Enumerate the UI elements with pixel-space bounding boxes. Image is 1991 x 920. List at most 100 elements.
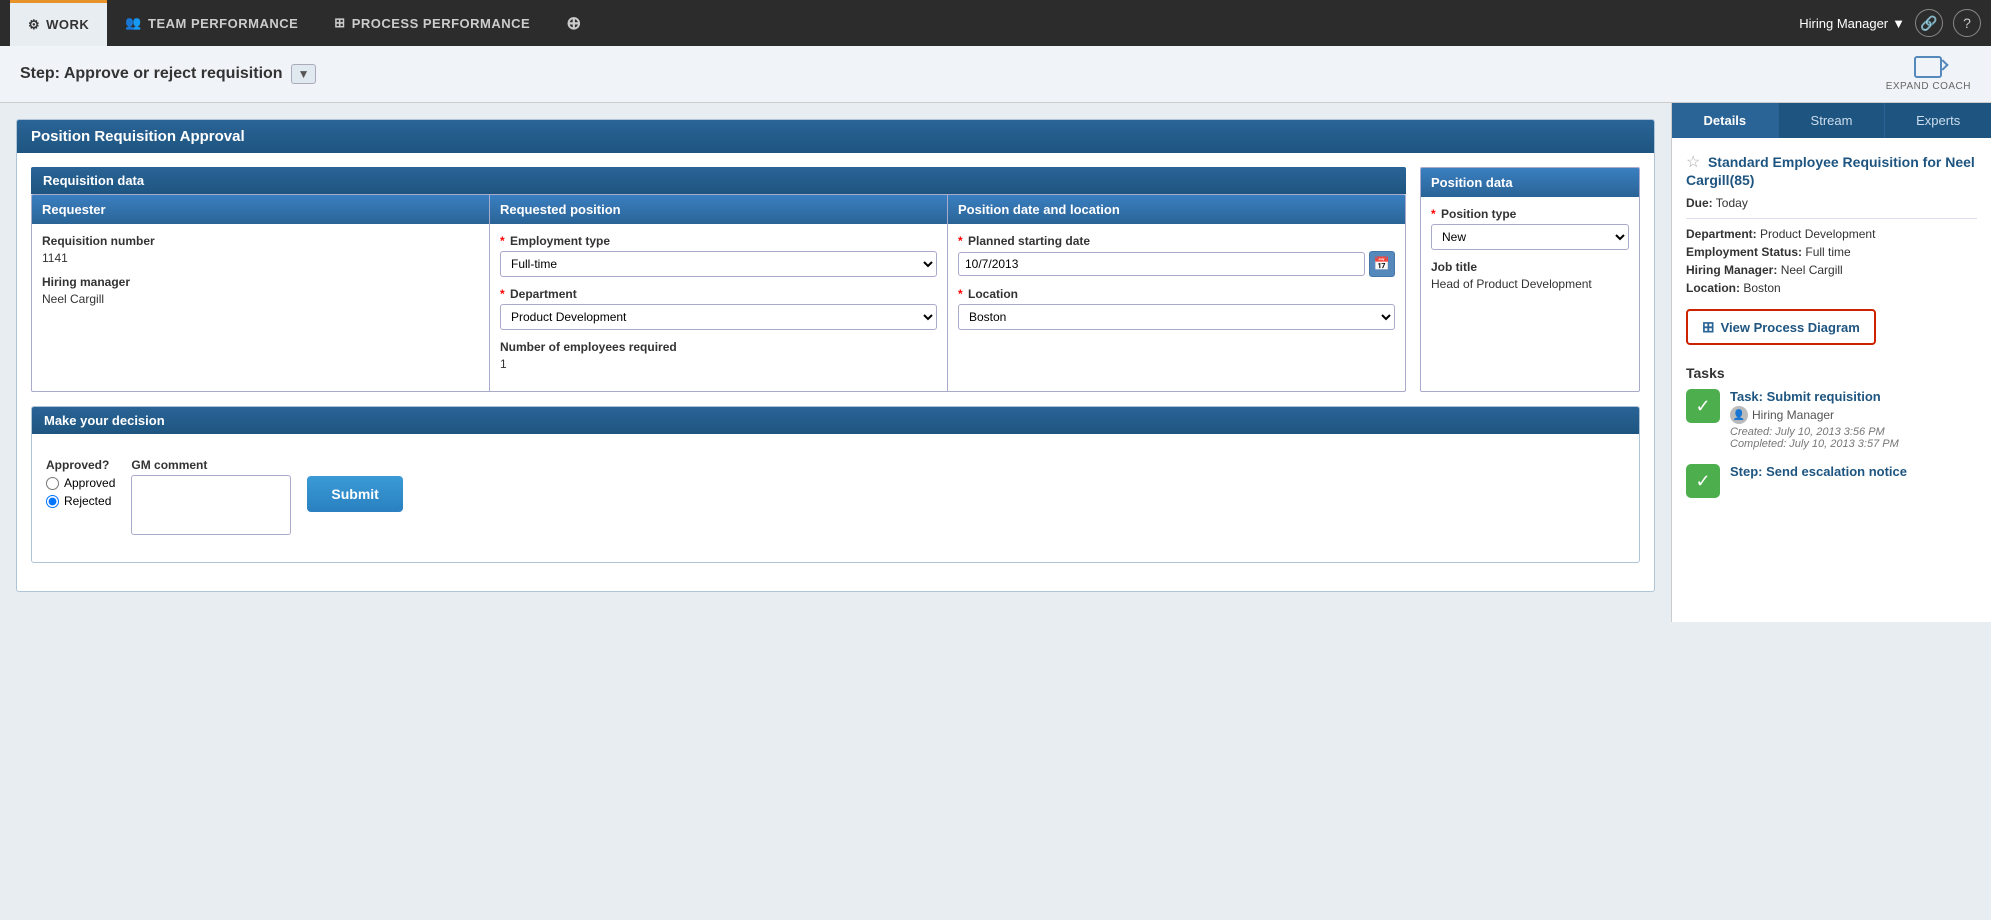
decision-body: Approved? Approved Rejected [32,434,1639,562]
required-star-loc: * [958,287,963,301]
num-employees-field: Number of employees required 1 [500,340,937,371]
tab-experts[interactable]: Experts [1885,103,1991,138]
nav-process-performance[interactable]: ⊞ PROCESS PERFORMANCE [316,0,548,46]
radio-group: Approved Rejected [46,476,115,508]
location-field: * Location Boston New York Chicago [958,287,1395,330]
rejected-radio[interactable] [46,495,59,508]
required-star-start: * [958,234,963,248]
department-select[interactable]: Product Development Engineering Marketin… [500,304,937,330]
link-icon: 🔗 [1920,15,1937,32]
required-star-dept: * [500,287,505,301]
gm-comment-textarea[interactable] [131,475,291,535]
content-area: Position Requisition Approval Requisitio… [0,103,1991,622]
location-select[interactable]: Boston New York Chicago [958,304,1395,330]
view-process-diagram-button[interactable]: ⊞ View Process Diagram [1686,309,1876,345]
position-data-header: Position data [1421,168,1639,197]
approved-radio[interactable] [46,477,59,490]
task-title-link[interactable]: Standard Employee Requisition for Neel C… [1686,154,1975,188]
employment-status-meta: Employment Status: Full time [1686,245,1977,259]
task-name-1[interactable]: Step: Send escalation notice [1730,464,1977,479]
gear-icon: ⚙ [28,17,40,33]
task-item-0: ✓ Task: Submit requisition 👤 Hiring Mana… [1686,389,1977,450]
link-icon-button[interactable]: 🔗 [1915,9,1943,37]
position-date-location-header: Position date and location [948,195,1405,224]
task-dates-0: Created: July 10, 2013 3:56 PM Completed… [1730,426,1977,450]
employment-type-select[interactable]: Full-time Part-time Contract [500,251,937,277]
employment-type-field: * Employment type Full-time Part-time Co… [500,234,937,277]
plus-icon: ⊕ [566,13,582,34]
tab-details[interactable]: Details [1672,103,1779,138]
department-field: * Department Product Development Enginee… [500,287,937,330]
step-title: Step: Approve or reject requisition ▼ [20,64,316,84]
star-icon[interactable]: ☆ [1686,154,1700,171]
right-panel-body: ☆ Standard Employee Requisition for Neel… [1672,138,1991,526]
nav-add[interactable]: ⊕ [548,0,600,46]
step-dropdown-button[interactable]: ▼ [291,64,317,84]
position-requisition-card: Position Requisition Approval Requisitio… [16,119,1655,592]
calendar-icon[interactable]: 📅 [1369,251,1395,277]
divider-1 [1686,218,1977,219]
requested-position-col-body: * Employment type Full-time Part-time Co… [490,224,947,391]
process-icon: ⊞ [334,15,345,31]
requester-col-body: Requisition number 1141 Hiring manager N… [32,224,489,326]
task-info-0: Task: Submit requisition 👤 Hiring Manage… [1730,389,1977,450]
decision-grid: Approved? Approved Rejected [46,448,1625,548]
job-title-field: Job title Head of Product Development [1431,260,1629,291]
card-body: Requisition data Requester Requisiti [17,153,1654,591]
department-meta: Department: Product Development [1686,227,1977,241]
card-header: Position Requisition Approval [17,120,1654,153]
right-panel-tabs: Details Stream Experts [1672,103,1991,138]
expand-coach-icon [1914,56,1942,78]
expand-coach-button[interactable]: EXPAND COACH [1886,56,1971,92]
people-icon: 👥 [125,15,142,31]
requested-position-col-header: Requested position [490,195,947,224]
req-number-field: Requisition number 1141 [42,234,479,265]
hiring-manager-dropdown[interactable]: Hiring Manager ▼ [1799,16,1905,31]
process-diagram-icon: ⊞ [1702,318,1715,336]
planned-start-field: * Planned starting date 📅 [958,234,1395,277]
position-data-section: Position data * Position type New Re [1420,167,1640,392]
position-type-field: * Position type New Replacement [1431,207,1629,250]
form-content: Position Requisition Approval Requisitio… [0,103,1671,622]
requisition-data-section: Requisition data Requester Requisiti [31,167,1406,392]
task-name-0[interactable]: Task: Submit requisition [1730,389,1977,404]
decision-header: Make your decision [32,407,1639,434]
nav-work[interactable]: ⚙ WORK [10,0,107,46]
submit-button[interactable]: Submit [307,476,402,512]
date-wrapper: 📅 [958,251,1395,277]
nav-team-performance[interactable]: 👥 TEAM PERFORMANCE [107,0,316,46]
nav-right: Hiring Manager ▼ 🔗 ? [1799,9,1981,37]
task-assignee-0: 👤 Hiring Manager [1730,406,1977,424]
position-type-select[interactable]: New Replacement [1431,224,1629,250]
submit-col: Submit [307,458,402,512]
task-title-section: ☆ Standard Employee Requisition for Neel… [1686,152,1977,188]
hiring-manager-meta: Hiring Manager: Neel Cargill [1686,263,1977,277]
sub-header: Step: Approve or reject requisition ▼ EX… [0,46,1991,103]
right-panel: Details Stream Experts ☆ Standard Employ… [1671,103,1991,622]
tasks-label: Tasks [1686,365,1977,381]
task-completed-icon-1: ✓ [1686,464,1720,498]
approved-radio-option[interactable]: Approved [46,476,115,490]
req-grid: Requester Requisition number 1141 Hiring… [31,194,1406,392]
required-star: * [500,234,505,248]
chevron-down-icon: ▼ [1892,16,1905,31]
req-data-header: Requisition data [31,167,1406,194]
top-navigation: ⚙ WORK 👥 TEAM PERFORMANCE ⊞ PROCESS PERF… [0,0,1991,46]
due-field: Due: Today [1686,196,1977,210]
location-meta: Location: Boston [1686,281,1977,295]
requested-position-col: Requested position * Employment type [490,195,948,391]
requester-col: Requester Requisition number 1141 Hiring… [32,195,490,391]
task-item-1: ✓ Step: Send escalation notice [1686,464,1977,498]
gm-comment-col: GM comment [131,458,291,538]
task-info-1: Step: Send escalation notice [1730,464,1977,479]
rejected-radio-option[interactable]: Rejected [46,494,115,508]
tab-stream[interactable]: Stream [1779,103,1886,138]
approved-col: Approved? Approved Rejected [46,458,115,508]
planned-start-input[interactable] [958,252,1365,276]
help-icon-button[interactable]: ? [1953,9,1981,37]
hiring-manager-field: Hiring manager Neel Cargill [42,275,479,306]
position-date-location-col: Position date and location * Planned sta… [948,195,1405,391]
task-completed-icon-0: ✓ [1686,389,1720,423]
position-date-location-body: * Planned starting date 📅 [948,224,1405,350]
decision-card: Make your decision Approved? Approved [31,406,1640,563]
